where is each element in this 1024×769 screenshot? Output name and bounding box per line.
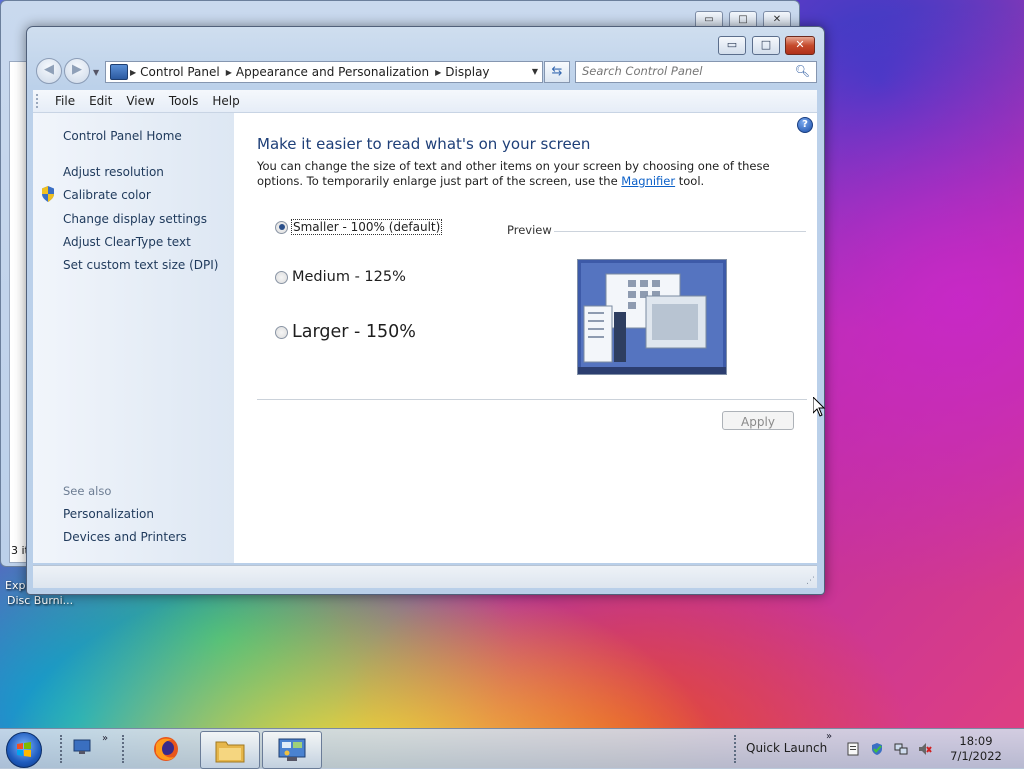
action-center-icon[interactable] [870,742,884,756]
status-bar: ⋰ [33,565,817,588]
option-larger-label[interactable]: Larger - 150% [292,322,416,342]
main-pane: ? Make it easier to read what's on your … [234,113,817,563]
preview-divider [554,231,806,232]
page-title: Make it easier to read what's on your sc… [257,135,591,153]
back-arrow-icon: ◀ [44,62,54,77]
clock-time: 18:09 [959,734,993,748]
breadcrumb-appearance[interactable]: Appearance and Personalization [232,65,435,79]
menu-file[interactable]: File [48,94,82,108]
uac-shield-icon [42,186,54,202]
page-description: You can change the size of text and othe… [257,159,797,189]
network-icon[interactable] [894,742,908,756]
maximize-button[interactable]: □ [752,36,780,55]
resize-grip-icon[interactable]: ⋰ [806,576,815,586]
show-desktop-icon[interactable] [73,739,91,755]
firefox-icon [154,737,178,761]
menu-grip [36,94,42,108]
breadcrumb-display[interactable]: Display [441,65,495,79]
devices-and-printers-link[interactable]: Devices and Printers [63,530,187,544]
option-larger[interactable]: Larger - 150% [275,322,416,342]
help-icon[interactable]: ? [797,117,813,133]
preview-label: Preview [507,223,552,237]
quick-launch-overflow-icon[interactable]: » [102,733,108,744]
back-button[interactable]: ◀ [36,58,62,84]
mouse-cursor-icon [813,397,825,417]
desktop-icon-label[interactable]: Disc Burni... [7,594,73,607]
menu-help[interactable]: Help [205,94,246,108]
forward-arrow-icon: ▶ [72,62,82,77]
search-input[interactable] [582,62,782,80]
custom-dpi-link[interactable]: Set custom text size (DPI) [63,258,218,272]
menu-edit[interactable]: Edit [82,94,119,108]
option-smaller-label[interactable]: Smaller - 100% (default) [290,219,443,235]
personalization-link[interactable]: Personalization [63,507,154,521]
radio-medium[interactable] [275,270,288,284]
close-button[interactable]: ✕ [785,36,815,55]
quick-launch-label[interactable]: Quick Launch [746,741,827,755]
address-bar[interactable]: ▶ Control Panel ▶ Appearance and Persona… [105,61,543,83]
quick-launch-chevron-icon[interactable]: » [826,731,832,742]
taskbar-grip[interactable] [60,735,65,763]
desktop-preview-icon [578,260,726,374]
apply-button[interactable]: Apply [722,411,794,430]
menu-view[interactable]: View [119,94,161,108]
adjust-resolution-link[interactable]: Adjust resolution [63,165,164,179]
control-panel-window: ▭ □ ✕ ◀ ▶ ▼ ▶ Control Panel ▶ Appearance… [26,26,825,595]
preview-image [577,259,727,375]
taskbar-grip[interactable] [734,735,739,763]
change-display-settings-link[interactable]: Change display settings [63,212,207,226]
description-text-end: tool. [675,174,705,188]
see-also-heading: See also [63,484,112,498]
document-tray-icon[interactable] [846,742,860,756]
desktop-icon-label[interactable]: Exp [5,579,25,592]
search-icon[interactable]: 🔍︎ [795,64,810,78]
refresh-icon: ⇆ [551,64,563,79]
control-panel-icon [278,738,306,761]
option-medium-label[interactable]: Medium - 125% [292,269,406,285]
recent-pages-dropdown-icon[interactable]: ▼ [93,68,99,77]
menu-tools[interactable]: Tools [162,94,206,108]
control-panel-taskbar-button[interactable] [262,731,322,769]
system-clock[interactable]: 18:09 7/1/2022 [946,734,1006,764]
control-panel-home-link[interactable]: Control Panel Home [63,129,182,143]
option-smaller[interactable]: Smaller - 100% (default) [275,219,443,235]
taskbar: » Quick Launch » 18:09 7/1/2022 [0,728,1024,769]
folder-icon [215,741,245,763]
menu-bar: File Edit View Tools Help [33,90,817,113]
radio-smaller[interactable] [275,220,288,234]
address-dropdown-icon[interactable]: ▼ [532,67,538,76]
control-panel-icon [110,64,128,80]
firefox-taskbar-button[interactable] [146,731,188,767]
refresh-button[interactable]: ⇆ [544,61,570,83]
breadcrumb-control-panel[interactable]: Control Panel [136,65,226,79]
forward-button[interactable]: ▶ [64,58,90,84]
search-box[interactable]: 🔍︎ [575,61,817,83]
windows-logo-icon [17,742,31,757]
content-area: Control Panel Home Adjust resolution Cal… [33,113,817,563]
clock-date: 7/1/2022 [950,749,1002,763]
minimize-button[interactable]: ▭ [718,36,746,55]
option-medium[interactable]: Medium - 125% [275,269,406,285]
volume-muted-icon[interactable] [918,742,932,756]
task-pane: Control Panel Home Adjust resolution Cal… [33,113,234,563]
calibrate-color-link[interactable]: Calibrate color [63,188,151,202]
taskbar-grip[interactable] [122,735,127,763]
section-divider [257,399,807,400]
radio-larger[interactable] [275,325,288,339]
start-button[interactable] [6,732,42,768]
magnifier-link[interactable]: Magnifier [621,174,675,188]
adjust-cleartype-link[interactable]: Adjust ClearType text [63,235,191,249]
explorer-taskbar-button[interactable] [200,731,260,769]
